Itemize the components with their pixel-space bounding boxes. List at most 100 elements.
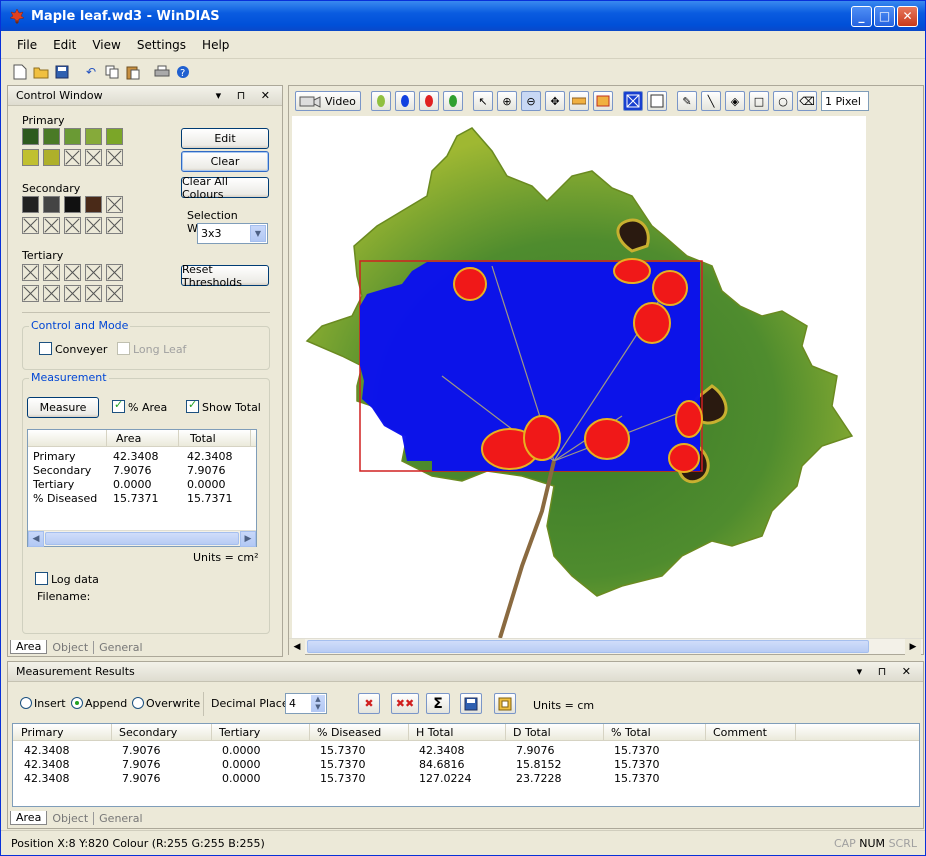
color-swatch[interactable] [43,128,60,145]
spinner-arrows-icon[interactable]: ▲ ▼ [311,695,325,712]
menu-settings[interactable]: Settings [129,38,194,52]
empty-swatch[interactable] [85,149,102,166]
pencil-icon[interactable]: ✎ [677,91,697,111]
background-leaf-tool-icon[interactable] [395,91,415,111]
column-separator[interactable] [795,724,796,741]
empty-swatch[interactable] [106,149,123,166]
fill-bucket-icon[interactable]: ◈ [725,91,745,111]
menu-edit[interactable]: Edit [45,38,84,52]
maximize-button[interactable]: □ [874,6,895,27]
column-separator[interactable] [408,724,409,741]
results-column-header[interactable]: Tertiary [219,726,260,739]
color-swatch[interactable] [85,128,102,145]
ellipse-icon[interactable]: ○ [773,91,793,111]
filled-mask-icon[interactable] [623,91,643,111]
log-data-checkbox[interactable]: Log data [35,572,99,586]
save-icon[interactable] [53,63,71,81]
empty-swatch[interactable] [85,264,102,281]
results-column-header[interactable]: D Total [513,726,551,739]
rectangle-icon[interactable]: □ [749,91,769,111]
color-swatch[interactable] [85,196,102,213]
color-swatch[interactable] [22,149,39,166]
results-column-header[interactable]: % Diseased [317,726,381,739]
open-folder-icon[interactable] [32,63,50,81]
color-swatch[interactable] [22,196,39,213]
pen-size-dropdown[interactable]: 1 Pixel [821,91,869,111]
append-radio-dot[interactable] [71,697,83,709]
tab-area[interactable]: Area [10,811,48,825]
scroll-left-icon[interactable]: ◀ [28,531,44,547]
reset-thresholds-button[interactable]: Reset Thresholds [181,263,269,289]
results-column-header[interactable]: H Total [416,726,453,739]
empty-swatch[interactable] [43,285,60,302]
image-horizontal-scrollbar[interactable]: ◀ ▶ [289,638,923,655]
empty-swatch[interactable] [106,285,123,302]
empty-swatch[interactable] [64,264,81,281]
menu-file[interactable]: File [9,38,45,52]
ruler-icon[interactable] [569,91,589,111]
empty-swatch[interactable] [22,217,39,234]
disease-leaf-tool-icon[interactable] [419,91,439,111]
results-column-header[interactable]: Comment [713,726,767,739]
new-file-icon[interactable] [11,63,29,81]
empty-swatch[interactable] [85,285,102,302]
panel-controls[interactable]: ▾ ⊓ ✕ [216,89,276,102]
pointer-icon[interactable]: ↖ [473,91,493,111]
empty-swatch[interactable] [64,217,81,234]
color-swatch[interactable] [43,149,60,166]
column-separator[interactable] [705,724,706,741]
panel-controls[interactable]: ▾ ⊓ ✕ [857,665,917,678]
insert-radio[interactable]: Insert [20,697,66,710]
sum-icon[interactable]: Σ [426,693,450,714]
decimal-places-spinner[interactable]: 4 ▲ ▼ [285,693,327,714]
export-icon[interactable] [494,693,516,714]
empty-swatch[interactable] [64,285,81,302]
close-button[interactable]: ✕ [897,6,918,27]
tab-area[interactable]: Area [10,640,48,654]
empty-swatch[interactable] [106,217,123,234]
scroll-right-icon[interactable]: ▶ [905,639,921,655]
empty-mask-icon[interactable] [647,91,667,111]
chevron-down-icon[interactable]: ▼ [250,225,266,242]
primary-leaf-tool-icon[interactable] [371,91,391,111]
minimize-button[interactable]: _ [851,6,872,27]
column-total[interactable]: Total [190,432,216,445]
menu-view[interactable]: View [84,38,128,52]
percent-area-checkbox[interactable]: % Area [112,398,167,414]
color-swatch[interactable] [43,196,60,213]
empty-swatch[interactable] [106,264,123,281]
print-icon[interactable] [153,63,171,81]
save-results-icon[interactable] [460,693,482,714]
clear-button[interactable]: Clear [181,151,269,172]
measure-button[interactable]: Measure [27,397,99,418]
green-leaf-tool-icon[interactable] [443,91,463,111]
percent-area-checkbox-box[interactable] [112,398,125,413]
tab-object[interactable]: Object [47,811,95,825]
line-icon[interactable]: ╲ [701,91,721,111]
column-separator[interactable] [505,724,506,741]
empty-swatch[interactable] [106,196,123,213]
eraser-icon[interactable]: ⌫ [797,91,817,111]
undo-icon[interactable]: ↶ [82,63,100,81]
scroll-left-icon[interactable]: ◀ [289,639,305,655]
column-separator[interactable] [211,724,212,741]
column-separator[interactable] [309,724,310,741]
paste-icon[interactable] [124,63,142,81]
delete-row-icon[interactable]: ✖ [358,693,380,714]
log-data-checkbox-box[interactable] [35,572,48,585]
selection-rect-icon[interactable] [593,91,613,111]
tab-object[interactable]: Object [47,640,95,654]
image-scroll-thumb[interactable] [307,640,869,653]
tab-general[interactable]: General [94,812,147,825]
empty-swatch[interactable] [43,264,60,281]
leaf-image-canvas[interactable] [292,116,866,638]
overwrite-radio[interactable]: Overwrite [132,697,200,710]
menu-help[interactable]: Help [194,38,237,52]
help-icon[interactable]: ? [174,63,192,81]
delete-all-icon[interactable]: ✖✖ [391,693,419,714]
horizontal-scrollbar[interactable]: ◀ ▶ [28,530,256,547]
show-total-checkbox-box[interactable] [186,398,199,413]
zoom-in-icon[interactable]: ⊕ [497,91,517,111]
copy-icon[interactable] [103,63,121,81]
results-column-header[interactable]: % Total [611,726,651,739]
